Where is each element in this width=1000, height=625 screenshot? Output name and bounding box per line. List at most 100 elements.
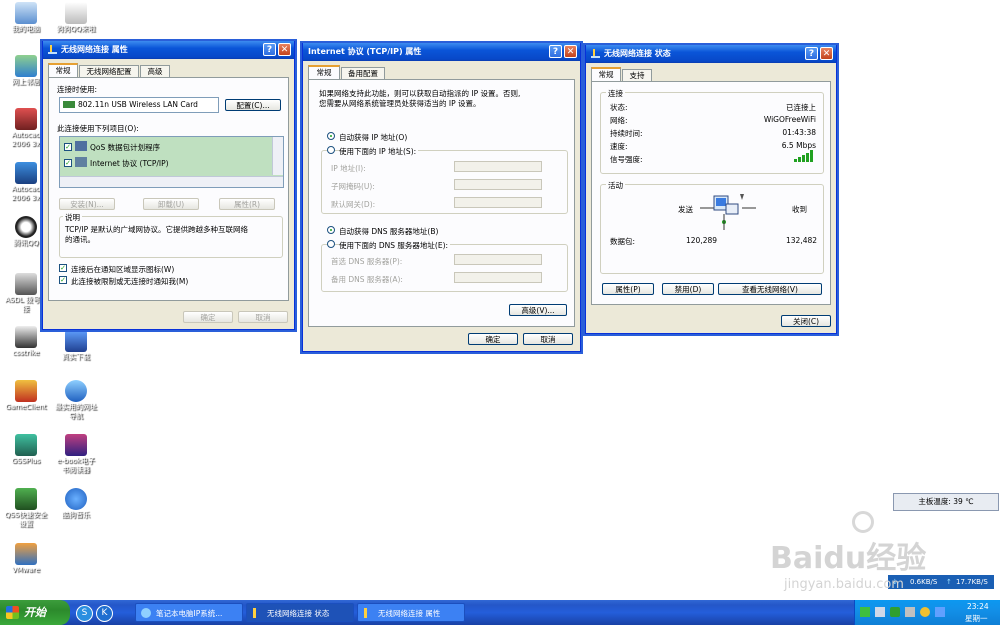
- cancel-button[interactable]: 取消: [523, 333, 573, 345]
- help-button[interactable]: ?: [805, 47, 818, 60]
- tab-general[interactable]: 常规: [308, 65, 340, 79]
- tray-app-icon[interactable]: [935, 607, 945, 617]
- auto-dns-radio[interactable]: [327, 226, 335, 234]
- preferred-dns-field[interactable]: [454, 254, 542, 265]
- view-wireless-button[interactable]: 查看无线网络(V): [718, 283, 822, 295]
- preferred-dns-label: 首选 DNS 服务器(P):: [331, 257, 403, 266]
- help-button[interactable]: ?: [549, 45, 562, 58]
- tcpip-window: Internet 协议 (TCP/IP) 属性 ? ✕ 常规 备用配置 如果网络…: [302, 43, 581, 352]
- download-icon: [65, 330, 87, 352]
- ebook-icon: [65, 434, 87, 456]
- tcpip-title: Internet 协议 (TCP/IP) 属性: [308, 47, 422, 56]
- item-properties-button[interactable]: 属性(R): [219, 198, 275, 210]
- quicklaunch-s-icon[interactable]: S: [76, 605, 93, 622]
- tab-advanced[interactable]: 高级: [140, 65, 170, 77]
- packets-received-value: 132,482: [786, 236, 818, 245]
- item-qos-checkbox[interactable]: ✓: [64, 143, 72, 151]
- computer-icon: [15, 2, 37, 24]
- ip-address-field[interactable]: [454, 161, 542, 172]
- autocad-icon: [15, 108, 37, 130]
- configure-button[interactable]: 配置(C)...: [225, 99, 281, 111]
- tray-network-icon[interactable]: [875, 607, 885, 617]
- desktop-icon-gougou[interactable]: 狗狗QQ来啦: [54, 2, 98, 34]
- start-button[interactable]: 开始: [0, 600, 70, 625]
- tray-shield-icon[interactable]: [890, 607, 900, 617]
- desktop-icon-qss[interactable]: QSS快速安全设置: [4, 488, 48, 529]
- tab-support[interactable]: 支持: [622, 69, 652, 81]
- task-properties-window[interactable]: 无线网络连接 属性: [357, 603, 465, 622]
- tab-general[interactable]: 常规: [48, 63, 78, 77]
- gateway-field[interactable]: [454, 197, 542, 208]
- desktop-icon-my-computer[interactable]: 我的电脑: [4, 2, 48, 34]
- close-dialog-button[interactable]: 关闭(C): [781, 315, 831, 327]
- desktop-icon-ebook[interactable]: e-book电子书阅读器: [54, 434, 98, 475]
- network-connection-icon: [253, 608, 256, 618]
- tray-volume-icon[interactable]: [905, 607, 915, 617]
- close-button[interactable]: ✕: [820, 47, 833, 60]
- clock-time[interactable]: 23:24: [967, 602, 989, 611]
- properties-panel: 连接时使用: 802.11n USB Wireless LAN Card 配置(…: [48, 77, 289, 301]
- install-button[interactable]: 安装(N)...: [59, 198, 115, 210]
- task-label: 无线网络连接 属性: [378, 609, 441, 618]
- game-icon: [15, 380, 37, 402]
- qss-icon: [15, 488, 37, 510]
- cancel-button[interactable]: 取消: [238, 311, 288, 323]
- tab-wireless-config[interactable]: 无线网络配置: [79, 65, 139, 77]
- watermark-brand: Baidu经验: [770, 541, 927, 576]
- status-properties-button[interactable]: 属性(P): [602, 283, 654, 295]
- tab-general[interactable]: 常规: [591, 67, 621, 81]
- list-hscrollbar[interactable]: [60, 176, 283, 187]
- help-button[interactable]: ?: [263, 43, 276, 56]
- desktop-icon-gssplus[interactable]: GSSPlus: [4, 434, 48, 466]
- subnet-mask-label: 子网掩码(U):: [331, 182, 375, 191]
- uninstall-button[interactable]: 卸载(U): [143, 198, 199, 210]
- vmware-icon: [15, 543, 37, 565]
- ie-icon: [65, 380, 87, 402]
- items-label: 此连接使用下列项目(O):: [57, 124, 139, 133]
- subnet-mask-field[interactable]: [454, 179, 542, 190]
- desktop-icon-download[interactable]: 真实下载: [54, 330, 98, 362]
- manual-dns-label: 使用下面的 DNS 服务器地址(E):: [339, 240, 451, 251]
- manual-ip-radio[interactable]: [327, 146, 335, 154]
- close-button[interactable]: ✕: [564, 45, 577, 58]
- tray-wireless-icon[interactable]: [860, 607, 870, 617]
- list-scrollbar[interactable]: [272, 137, 283, 175]
- notify-label: 此连接被限制或无连接时通知我(M): [71, 277, 189, 286]
- system-tray: 23:24 星期一: [854, 600, 1000, 625]
- ok-button[interactable]: 确定: [468, 333, 518, 345]
- manual-ip-label: 使用下面的 IP 地址(S):: [339, 146, 419, 157]
- tray-security-icon[interactable]: [920, 607, 930, 617]
- tcpip-titlebar[interactable]: Internet 协议 (TCP/IP) 属性 ? ✕: [303, 43, 580, 61]
- advanced-button[interactable]: 高级(V)...: [509, 304, 567, 316]
- tab-alternate-config[interactable]: 备用配置: [341, 67, 385, 79]
- desktop-icon-kugou[interactable]: 酷狗音乐: [54, 488, 98, 520]
- item-tcpip-checkbox[interactable]: ✓: [64, 159, 72, 167]
- desktop-icon-csstrike[interactable]: csstrike: [4, 326, 48, 358]
- properties-window: 无线网络连接 属性 ? ✕ 常规 无线网络配置 高级 连接时使用: 802.11…: [42, 41, 295, 330]
- duration-value: 01:43:38: [782, 128, 816, 137]
- show-icon-checkbox[interactable]: ✓: [59, 264, 67, 272]
- notify-checkbox[interactable]: ✓: [59, 276, 67, 284]
- tcpip-panel: 如果网络支持此功能，则可以获取自动指派的 IP 设置。否则, 您需要从网络系统管…: [308, 79, 575, 327]
- close-button[interactable]: ✕: [278, 43, 291, 56]
- status-value: 已连接上: [786, 103, 816, 112]
- desktop-icon-gameclient[interactable]: GameClient: [4, 380, 48, 412]
- manual-dns-radio[interactable]: [327, 240, 335, 248]
- clock-day: 星期一: [965, 614, 988, 623]
- alternate-dns-field[interactable]: [454, 272, 542, 283]
- desktop-icon-vmware[interactable]: VMware: [4, 543, 48, 575]
- ok-button[interactable]: 确定: [183, 311, 233, 323]
- quicklaunch-k-icon[interactable]: K: [96, 605, 113, 622]
- properties-titlebar[interactable]: 无线网络连接 属性 ? ✕: [43, 41, 294, 59]
- qos-icon: [75, 141, 87, 151]
- desktop-icon-nav[interactable]: 最实用的网址导航: [54, 380, 98, 421]
- task-status-window[interactable]: 无线网络连接 状态: [246, 603, 354, 622]
- auto-ip-radio[interactable]: [327, 132, 335, 140]
- status-titlebar[interactable]: 无线网络连接 状态 ? ✕: [586, 45, 836, 63]
- task-ip-system[interactable]: 笔记本电脑IP系统...: [135, 603, 243, 622]
- network-connection-icon: [364, 608, 367, 618]
- disable-button[interactable]: 禁用(D): [662, 283, 714, 295]
- gss-icon: [15, 434, 37, 456]
- adapter-box: 802.11n USB Wireless LAN Card: [59, 97, 219, 113]
- network-icon: [15, 55, 37, 77]
